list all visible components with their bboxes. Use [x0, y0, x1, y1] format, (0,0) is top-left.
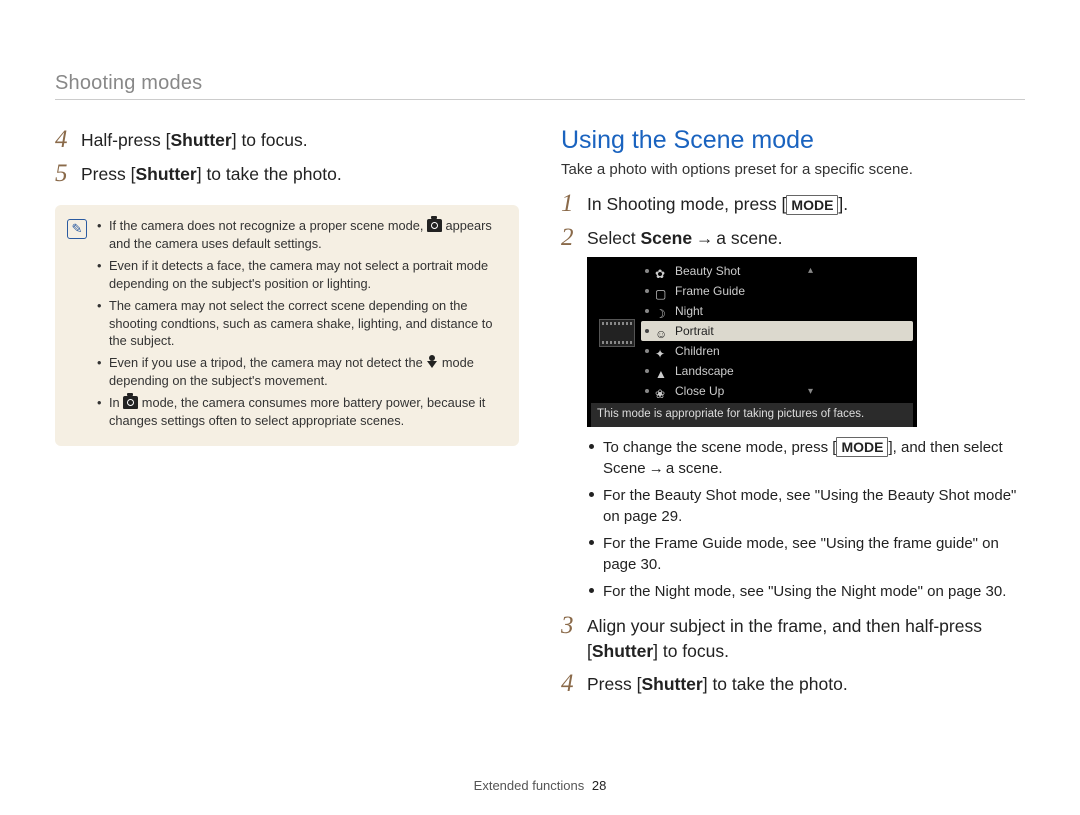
night-icon: ☽	[655, 305, 669, 317]
step-text: Align your subject in the frame, and the…	[587, 612, 1025, 665]
footer-page-number: 28	[592, 778, 606, 793]
note-icon: ✎	[67, 219, 87, 239]
section-intro: Take a photo with options preset for a s…	[561, 161, 1025, 178]
step-2-select-scene: 2 Select Scene → a scene.	[561, 224, 1025, 252]
page-footer: Extended functions 28	[0, 778, 1080, 793]
sub-bullet: To change the scene mode, press [MODE], …	[587, 437, 1025, 479]
section-heading: Using the Scene mode	[561, 126, 1025, 155]
step-number: 4	[55, 126, 81, 154]
step-4-press-shutter: 4 Press [Shutter] to take the photo.	[561, 670, 1025, 698]
scene-sub-bullets: To change the scene mode, press [MODE], …	[587, 437, 1025, 602]
step-number: 5	[55, 160, 81, 188]
menu-item-close-up: ❀Close Up	[641, 381, 913, 401]
landscape-icon: ▲	[655, 365, 669, 377]
step-text: Half-press [Shutter] to focus.	[81, 126, 308, 153]
sub-bullet: For the Night mode, see "Using the Night…	[587, 581, 1025, 602]
right-column: Using the Scene mode Take a photo with o…	[561, 126, 1025, 704]
footer-section: Extended functions	[474, 778, 585, 793]
step-text: Press [Shutter] to take the photo.	[81, 160, 342, 187]
frame-icon: ▢	[655, 285, 669, 297]
note-item: Even if it detects a face, the camera ma…	[97, 257, 505, 293]
menu-item-night: ☽Night	[641, 301, 913, 321]
note-box: ✎ If the camera does not recognize a pro…	[55, 205, 519, 446]
step-number: 2	[561, 224, 587, 252]
left-column: 4 Half-press [Shutter] to focus. 5 Press…	[55, 126, 519, 704]
portrait-icon: ☺	[655, 325, 669, 337]
chevron-down-icon: ▾	[808, 384, 813, 399]
page-header: Shooting modes	[55, 0, 1025, 100]
chevron-up-icon: ▴	[808, 263, 813, 278]
menu-item-beauty-shot: ✿Beauty Shot	[641, 261, 913, 281]
note-item: The camera may not select the correct sc…	[97, 297, 505, 351]
closeup-icon: ❀	[655, 385, 669, 397]
step-number: 1	[561, 190, 587, 218]
menu-item-children: ✦Children	[641, 341, 913, 361]
sub-bullet: For the Frame Guide mode, see "Using the…	[587, 533, 1025, 575]
step-4-focus: 4 Half-press [Shutter] to focus.	[55, 126, 519, 154]
note-item: Even if you use a tripod, the camera may…	[97, 354, 505, 390]
scene-menu-screenshot: ▴ ✿Beauty Shot ▢Frame Guide ☽Night ☺Port…	[587, 257, 917, 427]
step-text: In Shooting mode, press [MODE].	[587, 190, 848, 217]
note-item: In mode, the camera consumes more batter…	[97, 394, 505, 430]
menu-caption: This mode is appropriate for taking pict…	[591, 403, 913, 427]
menu-item-landscape: ▲Landscape	[641, 361, 913, 381]
beauty-icon: ✿	[655, 265, 669, 277]
sub-bullet: For the Beauty Shot mode, see "Using the…	[587, 485, 1025, 527]
step-5-shoot: 5 Press [Shutter] to take the photo.	[55, 160, 519, 188]
step-3-align: 3 Align your subject in the frame, and t…	[561, 612, 1025, 665]
note-list: If the camera does not recognize a prope…	[97, 217, 505, 434]
step-number: 4	[561, 670, 587, 698]
film-icon	[599, 319, 635, 347]
menu-item-frame-guide: ▢Frame Guide	[641, 281, 913, 301]
mode-key: MODE	[836, 437, 888, 457]
smart-scene-icon	[427, 219, 442, 232]
note-item: If the camera does not recognize a prope…	[97, 217, 505, 253]
menu-item-portrait: ☺Portrait	[641, 321, 913, 341]
step-1-press-mode: 1 In Shooting mode, press [MODE].	[561, 190, 1025, 218]
smart-scene-icon	[123, 396, 138, 409]
mode-key: MODE	[786, 195, 838, 215]
step-text: Select Scene → a scene.	[587, 224, 782, 251]
children-icon: ✦	[655, 345, 669, 357]
tripod-icon	[426, 355, 438, 369]
step-text: Press [Shutter] to take the photo.	[587, 670, 848, 697]
step-number: 3	[561, 612, 587, 640]
